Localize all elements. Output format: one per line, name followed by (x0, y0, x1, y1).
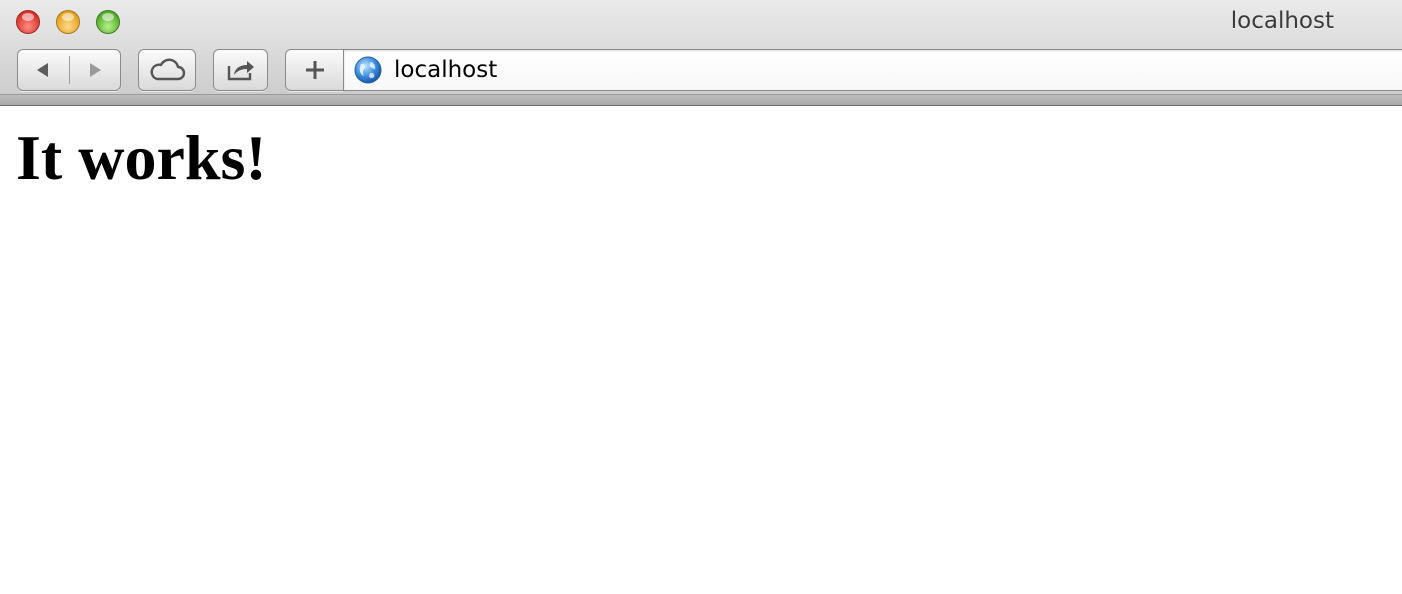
close-window-button[interactable] (16, 10, 40, 34)
browser-window: localhost localhost It works! (0, 0, 1402, 594)
browser-toolbar: localhost localhost (0, 0, 1402, 106)
plus-icon (305, 61, 324, 79)
new-tab-button[interactable] (285, 49, 343, 91)
cloud-icon (150, 58, 186, 81)
minimize-window-button[interactable] (56, 10, 80, 34)
forward-button[interactable] (69, 50, 120, 90)
address-text: localhost (394, 57, 498, 83)
share-button[interactable] (213, 49, 268, 91)
page-heading: It works! (16, 122, 267, 193)
forward-arrow-icon (89, 63, 101, 77)
globe-icon (354, 56, 382, 84)
page-content: It works! (0, 106, 1402, 594)
back-arrow-icon (37, 63, 49, 77)
maximize-window-button[interactable] (96, 10, 120, 34)
icloud-tabs-button[interactable] (138, 49, 196, 91)
window-title: localhost (1230, 8, 1334, 34)
address-bar[interactable]: localhost (343, 49, 1402, 91)
back-forward-group (17, 49, 121, 91)
share-icon (227, 61, 254, 81)
back-button[interactable] (18, 50, 69, 90)
